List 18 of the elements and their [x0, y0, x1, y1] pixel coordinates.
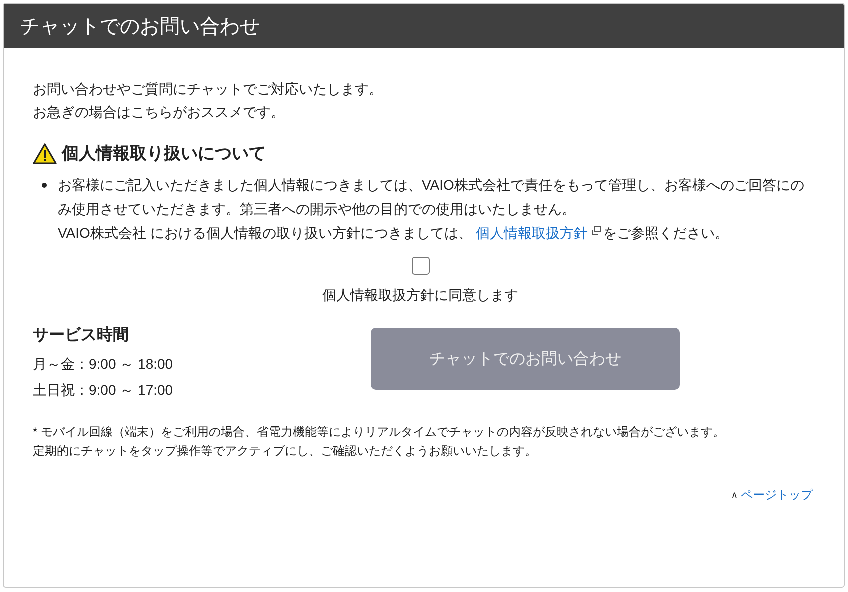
- privacy-text: お客様にご記入いただきました個人情報につきましては、VAIO株式会社で責任をもって管理し、お客様へのご回答にのみ使用させていただきます。第三者への開示や他の目的での使用はいたしません。 VAIO株式会社 における個人情報の取り扱い方針につきましては、 個人情報取扱方針 をご参照ください。: [58, 176, 806, 243]
- page-top-link[interactable]: ページトップ: [741, 487, 813, 504]
- privacy-policy-link[interactable]: 個人情報取扱方針: [476, 225, 588, 241]
- caret-icon: ∧: [731, 490, 738, 501]
- intro-text: お急ぎの場合はこちらがおススメです。: [33, 103, 286, 122]
- hours-text: 土日祝：9:00 ～ 17:00: [33, 381, 174, 400]
- warning-icon: [33, 142, 57, 164]
- consent-label: 個人情報取扱方針に同意します: [322, 287, 518, 305]
- hours-text: 月～金：9:00 ～ 18:00: [33, 355, 174, 374]
- intro-text: お問い合わせやご質問にチャットでご対応いたします。: [33, 80, 384, 99]
- note-text: 定期的にチャットをタップ操作等でアクティブにし、ご確認いただくようお願いいたします。: [33, 443, 538, 460]
- external-window-icon: [592, 226, 602, 236]
- section-heading: サービス時間: [33, 326, 130, 346]
- section-heading: 個人情報取り扱いについて: [62, 143, 266, 165]
- note-text: * モバイル回線（端末）をご利用の場合、省電力機能等によりリアルタイムでチャットの内容が反映されない場合がございます。: [33, 424, 726, 441]
- bullet-icon: [42, 183, 47, 188]
- consent-checkbox[interactable]: [412, 257, 430, 275]
- window-title: チャットでのお問い合わせ: [20, 14, 260, 40]
